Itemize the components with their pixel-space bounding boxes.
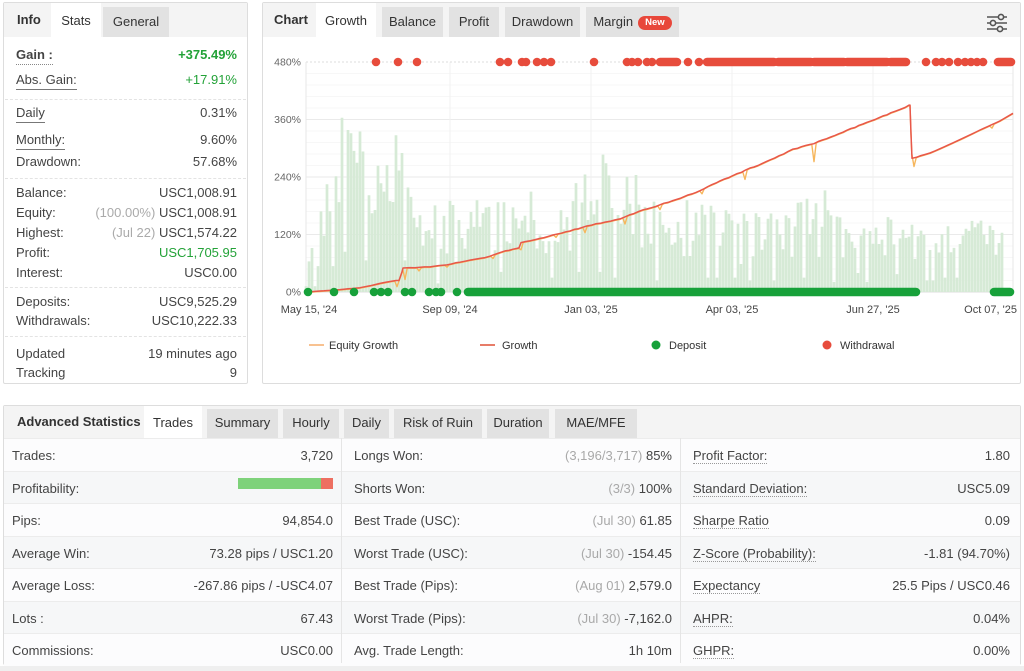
svg-text:Equity Growth: Equity Growth (329, 340, 398, 352)
svg-text:Growth: Growth (502, 340, 537, 352)
svg-text:Withdrawal: Withdrawal (840, 340, 894, 352)
svg-text:Sep 09, '24: Sep 09, '24 (422, 304, 477, 316)
svg-text:360%: 360% (274, 114, 301, 126)
svg-text:480%: 480% (274, 57, 301, 69)
svg-text:May 15, '24: May 15, '24 (281, 304, 338, 316)
svg-text:120%: 120% (274, 229, 301, 241)
svg-text:Oct 07, '25: Oct 07, '25 (964, 304, 1017, 316)
svg-text:Jan 03, '25: Jan 03, '25 (564, 304, 617, 316)
svg-text:Jun 27, '25: Jun 27, '25 (846, 304, 899, 316)
svg-text:0%: 0% (286, 287, 301, 299)
svg-text:Apr 03, '25: Apr 03, '25 (706, 304, 759, 316)
svg-text:240%: 240% (274, 172, 301, 184)
svg-text:Deposit: Deposit (669, 340, 706, 352)
